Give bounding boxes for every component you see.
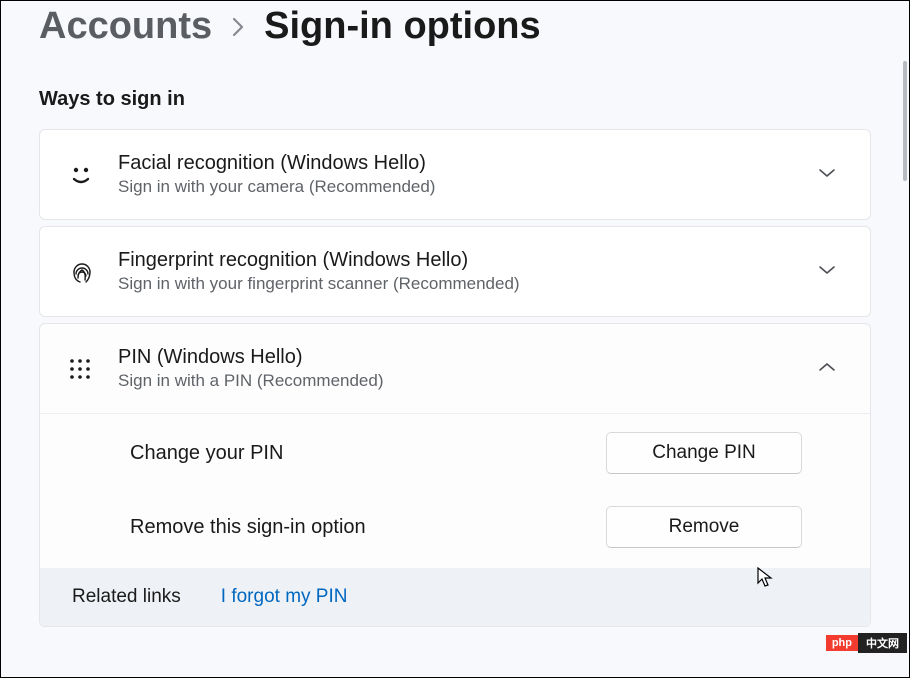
remove-pin-label: Remove this sign-in option: [130, 516, 366, 539]
breadcrumb: Accounts Sign-in options: [39, 1, 871, 48]
option-title: Facial recognition (Windows Hello): [118, 152, 818, 175]
option-facial-recognition[interactable]: Facial recognition (Windows Hello) Sign …: [39, 129, 871, 220]
fingerprint-icon: [68, 258, 118, 286]
scrollbar[interactable]: [903, 61, 907, 181]
option-subtitle: Sign in with a PIN (Recommended): [118, 371, 818, 391]
breadcrumb-parent[interactable]: Accounts: [39, 5, 212, 48]
change-pin-button[interactable]: Change PIN: [606, 432, 802, 474]
option-subtitle: Sign in with your fingerprint scanner (R…: [118, 274, 818, 294]
numpad-icon: [68, 357, 118, 381]
remove-button[interactable]: Remove: [606, 506, 802, 548]
remove-pin-row: Remove this sign-in option Remove: [40, 492, 870, 568]
page-title: Sign-in options: [264, 5, 541, 48]
chevron-right-icon: [230, 17, 246, 37]
related-heading: Related links: [72, 586, 181, 608]
option-fingerprint-recognition[interactable]: Fingerprint recognition (Windows Hello) …: [39, 226, 871, 317]
watermark: php中文网: [826, 633, 907, 653]
option-title: Fingerprint recognition (Windows Hello): [118, 249, 818, 272]
option-pin-header[interactable]: PIN (Windows Hello) Sign in with a PIN (…: [40, 324, 870, 413]
change-pin-row: Change your PIN Change PIN: [40, 414, 870, 492]
chevron-down-icon: [818, 263, 836, 281]
face-icon: [68, 162, 118, 188]
option-title: PIN (Windows Hello): [118, 346, 818, 369]
forgot-pin-link[interactable]: I forgot my PIN: [221, 586, 348, 608]
chevron-up-icon: [818, 360, 836, 378]
section-heading: Ways to sign in: [39, 88, 871, 111]
chevron-down-icon: [818, 166, 836, 184]
change-pin-label: Change your PIN: [130, 442, 283, 465]
related-links: Related links I forgot my PIN: [40, 568, 870, 626]
option-pin: PIN (Windows Hello) Sign in with a PIN (…: [39, 323, 871, 627]
option-subtitle: Sign in with your camera (Recommended): [118, 177, 818, 197]
